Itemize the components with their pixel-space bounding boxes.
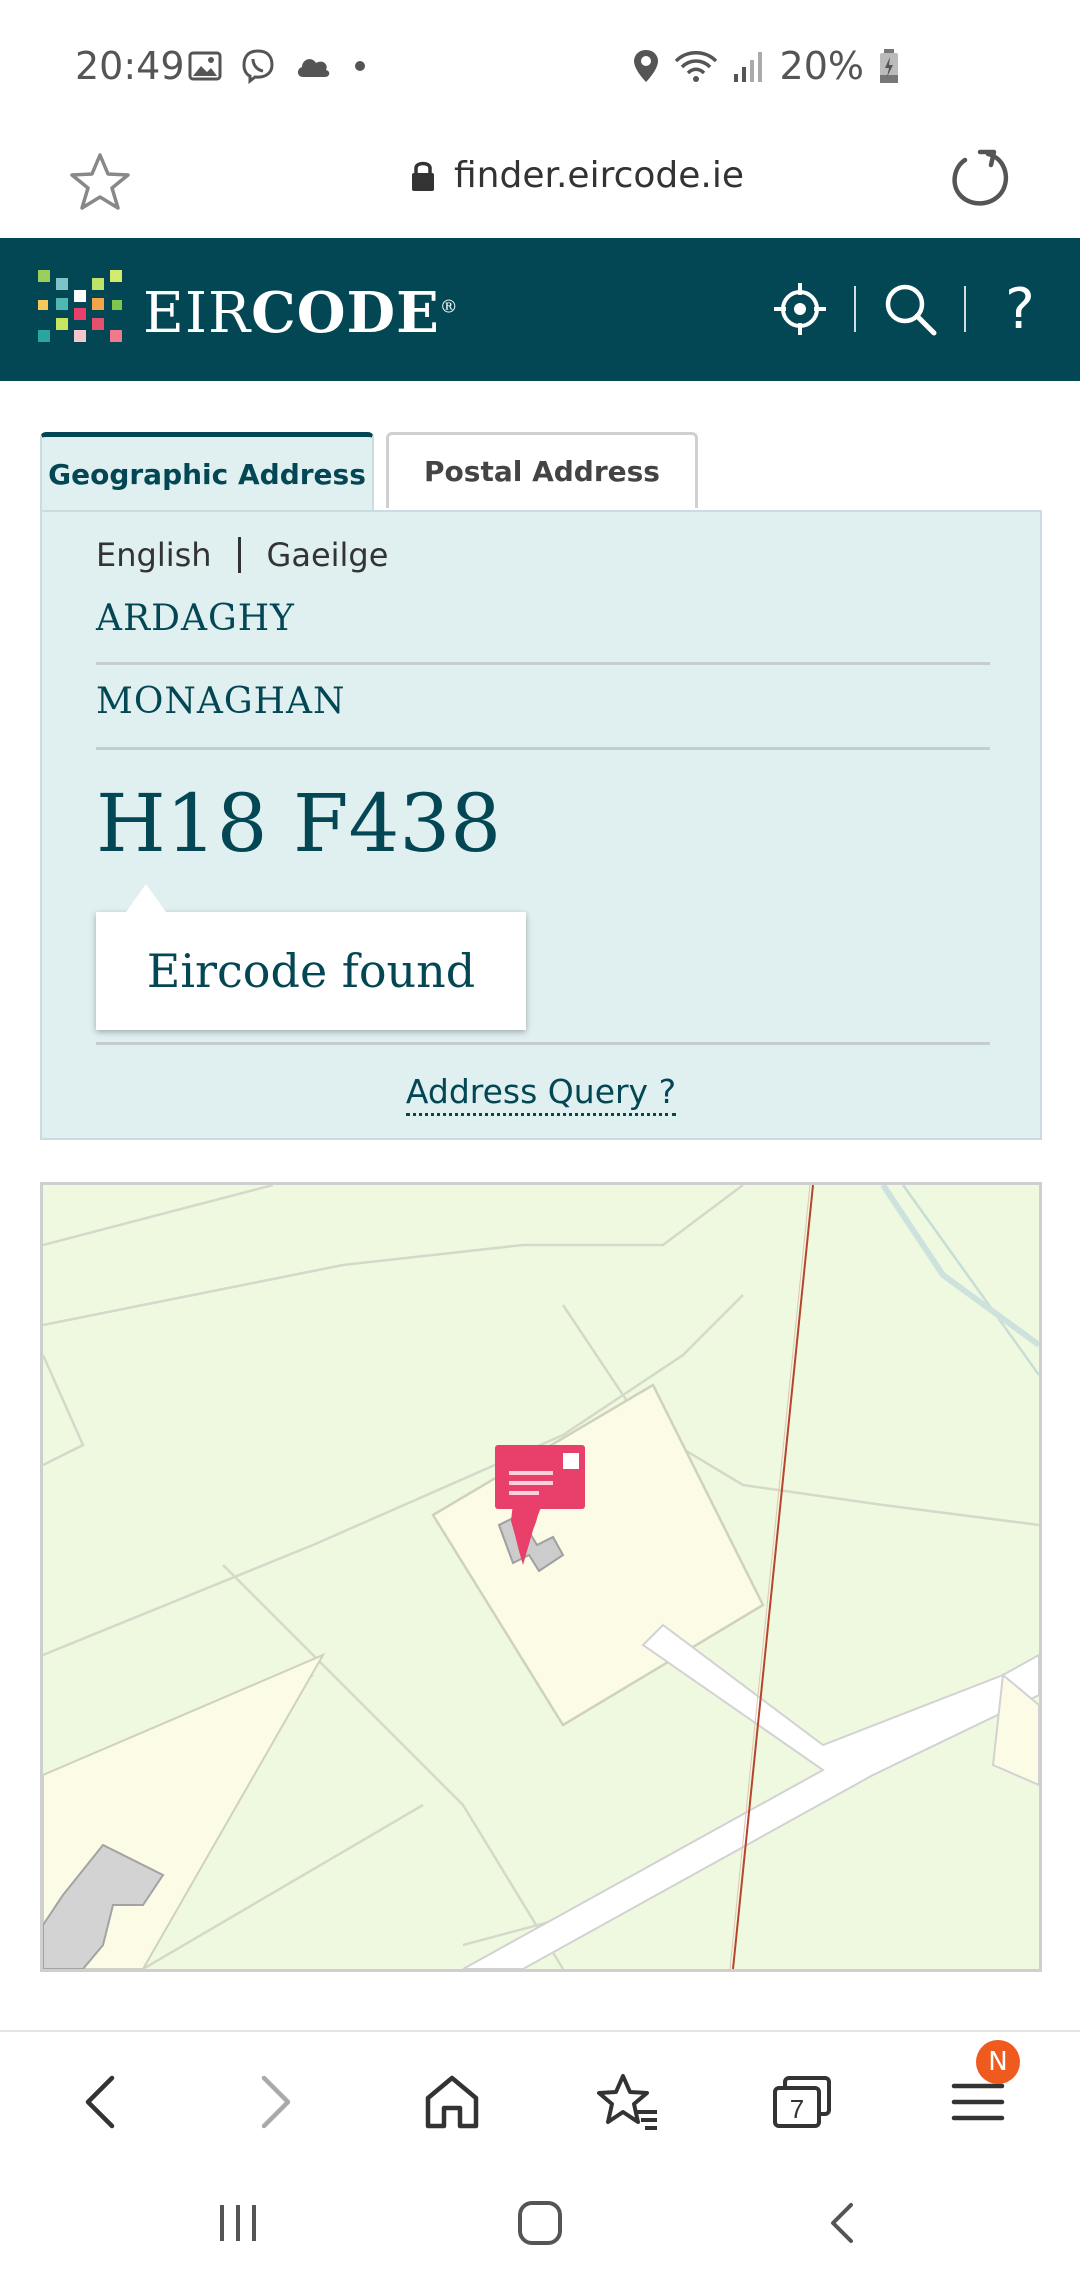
lock-icon [412, 161, 434, 191]
address-divider [96, 662, 990, 665]
home-circle-icon [518, 2201, 562, 2245]
help-button[interactable]: ? [980, 274, 1060, 344]
address-line-1: ARDAGHY [96, 598, 295, 639]
site-header: EIRCODE® ? [0, 238, 1080, 381]
lang-english-link[interactable]: English [96, 536, 212, 574]
location-map[interactable] [40, 1182, 1042, 1972]
tab-geographic-address[interactable]: Geographic Address [40, 432, 374, 512]
eircode-logo-icon[interactable] [36, 268, 126, 352]
locate-icon [774, 283, 826, 335]
status-system-icons: 20% [632, 44, 900, 88]
home-button[interactable] [412, 2062, 492, 2142]
status-bar: 20:49 20% [0, 0, 1080, 130]
eircode-found-tooltip: Eircode found [96, 884, 526, 1030]
dot-icon [355, 61, 365, 71]
header-actions: ? [760, 274, 1060, 344]
back-button[interactable] [60, 2062, 140, 2142]
header-divider [854, 286, 856, 332]
battery-percent: 20% [779, 44, 864, 88]
wifi-icon [674, 51, 717, 82]
recents-icon [220, 2205, 256, 2241]
back-icon [85, 2075, 115, 2129]
tabs-button[interactable]: 7 [762, 2062, 842, 2142]
reload-icon[interactable] [948, 146, 1014, 212]
system-nav-bar [0, 2160, 1080, 2280]
search-icon [885, 284, 937, 336]
status-notification-icons [188, 48, 370, 84]
star-icon[interactable] [68, 150, 132, 214]
system-back-button[interactable] [802, 2188, 882, 2258]
browser-bottom-nav: 7 [0, 2030, 1080, 2160]
tabs-count: 7 [790, 2094, 804, 2124]
address-query-link[interactable]: Address Query ? [42, 1072, 1040, 1116]
address-divider [96, 747, 990, 750]
lang-irish-link[interactable]: Gaeilge [267, 536, 389, 574]
url-text: finder.eircode.ie [454, 155, 745, 196]
tab-postal-address[interactable]: Postal Address [386, 432, 698, 508]
eircode-wordmark: EIRCODE® [143, 280, 459, 346]
location-icon [633, 50, 658, 82]
result-panel: English Gaeilge ARDAGHY MONAGHAN H18 F43… [40, 510, 1042, 1140]
address-divider [96, 1042, 990, 1045]
forward-icon [261, 2075, 291, 2129]
status-time: 20:49 [75, 44, 185, 88]
cloud-icon [297, 59, 330, 77]
help-icon: ? [1005, 276, 1035, 342]
tabs-icon: 7 [773, 2076, 831, 2128]
address-field[interactable]: finder.eircode.ie [410, 155, 744, 196]
map-canvas[interactable] [43, 1185, 1039, 1969]
search-button[interactable] [870, 274, 950, 344]
image-icon [188, 51, 222, 81]
address-line-2: MONAGHAN [96, 681, 346, 722]
address-tabs: Geographic Address Postal Address [40, 432, 1042, 512]
bookmarks-icon [597, 2074, 657, 2130]
viber-icon [242, 49, 274, 84]
home-icon [425, 2075, 479, 2129]
system-back-icon [831, 2203, 853, 2243]
menu-notification-badge: N [976, 2040, 1020, 2084]
eircode-value: H18 F438 [96, 777, 502, 870]
signal-icon [733, 52, 762, 82]
locate-button[interactable] [760, 274, 840, 344]
recents-button[interactable] [198, 2188, 278, 2258]
language-switch: English Gaeilge [96, 536, 388, 574]
menu-icon [951, 2083, 1005, 2121]
tooltip-arrow [126, 884, 166, 912]
forward-button[interactable] [236, 2062, 316, 2142]
tooltip-text: Eircode found [146, 944, 476, 998]
bookmarks-button[interactable] [588, 2062, 668, 2142]
system-home-button[interactable] [500, 2188, 580, 2258]
battery-icon [880, 49, 898, 83]
browser-url-bar: finder.eircode.ie [0, 130, 1080, 238]
lang-divider [237, 537, 241, 573]
header-divider [964, 286, 966, 332]
